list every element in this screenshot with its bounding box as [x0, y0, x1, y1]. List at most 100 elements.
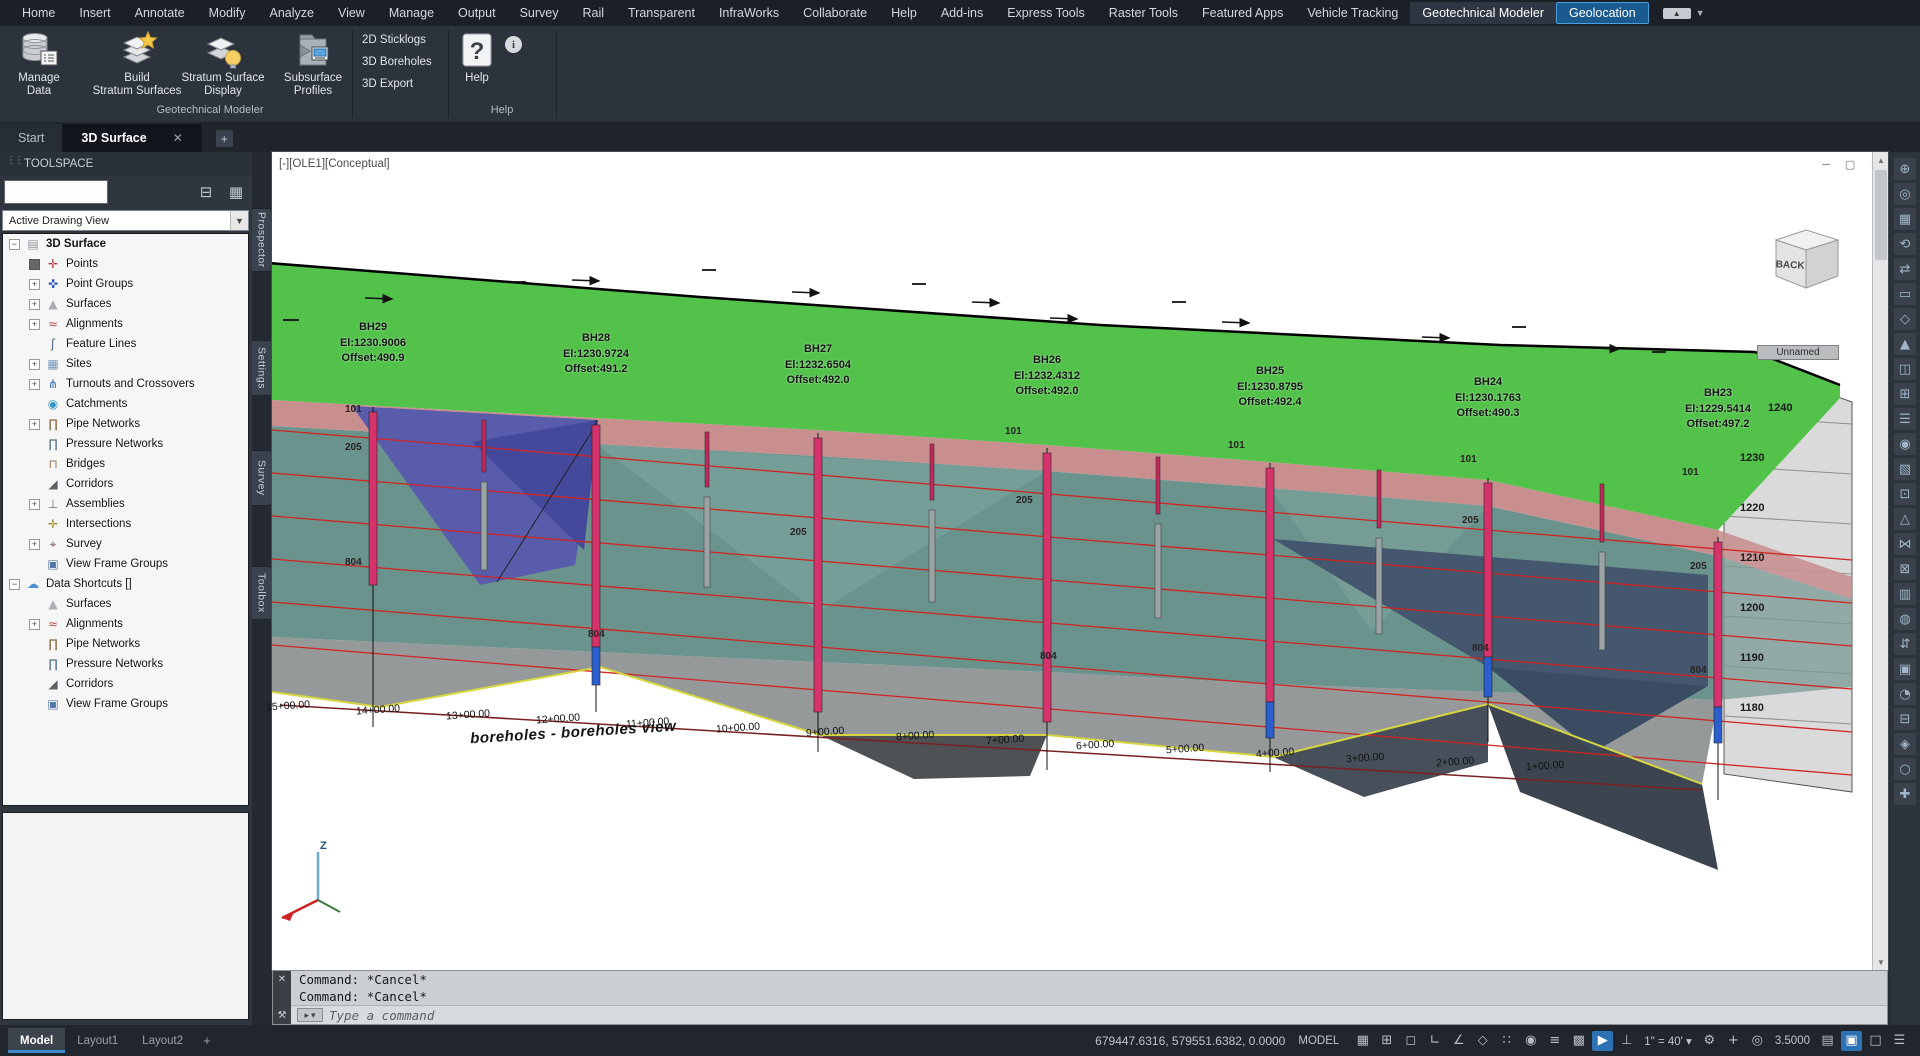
tree-item-pressure-networks[interactable]: ∏Pressure Networks [3, 654, 248, 674]
tree-item-point-groups[interactable]: +✜Point Groups [3, 274, 248, 294]
palette-grip-handle[interactable]: ⋮⋮ [6, 155, 22, 166]
customize-icon[interactable]: ⚒ [278, 1010, 287, 1021]
tree-item-corridors[interactable]: ◢Corridors [3, 474, 248, 494]
viewcube[interactable]: BACK [1768, 222, 1846, 294]
menu-item-add-ins[interactable]: Add-ins [929, 2, 995, 24]
toolbar-icon-18[interactable]: ◍ [1894, 608, 1916, 630]
menu-item-view[interactable]: View [326, 2, 377, 24]
lineweight-icon[interactable]: ≡ [1544, 1031, 1565, 1051]
menu-item-vehicle-tracking[interactable]: Vehicle Tracking [1295, 2, 1410, 24]
item-view-toggle-icon[interactable]: ⊟ [196, 183, 216, 201]
clean-screen-icon[interactable]: □ [1865, 1031, 1886, 1051]
expand-icon[interactable]: + [29, 619, 40, 630]
subsurface-profiles-button[interactable]: Subsurface Profiles [276, 30, 350, 98]
toolbar-icon-13[interactable]: ⊡ [1894, 483, 1916, 505]
chevron-down-icon[interactable]: ▼ [1696, 8, 1705, 18]
grid-display-icon[interactable]: ▦ [1352, 1031, 1373, 1051]
tree-item-alignments[interactable]: +≈Alignments [3, 314, 248, 334]
toolbar-icon-12[interactable]: ▧ [1894, 458, 1916, 480]
tree-item-surfaces[interactable]: +▲Surfaces [3, 294, 248, 314]
collapse-icon[interactable]: − [9, 579, 20, 590]
toolbar-icon-0[interactable]: ⊕ [1894, 158, 1916, 180]
toolbar-icon-11[interactable]: ◉ [1894, 433, 1916, 455]
layout-tab-model[interactable]: Model [8, 1028, 65, 1053]
toolbar-icon-8[interactable]: ◫ [1894, 358, 1916, 380]
polar-tracking-icon[interactable]: ∠ [1448, 1031, 1469, 1051]
tree-item-catchments[interactable]: ◉Catchments [3, 394, 248, 414]
menu-item-featured-apps[interactable]: Featured Apps [1190, 2, 1295, 24]
info-icon[interactable]: i [505, 36, 522, 53]
toolbar-icon-17[interactable]: ▥ [1894, 583, 1916, 605]
toolbar-icon-25[interactable]: ✚ [1894, 783, 1916, 805]
toolbar-icon-21[interactable]: ◔ [1894, 683, 1916, 705]
toolspace-header[interactable]: TOOLSPACE [0, 152, 252, 176]
toolbar-icon-7[interactable]: ▲ [1894, 333, 1916, 355]
expand-icon[interactable]: + [29, 539, 40, 550]
boreholes-3d-button[interactable]: 3D Boreholes [358, 54, 436, 70]
preview-toggle-icon[interactable]: ▦ [226, 183, 246, 201]
tree-item-turnouts-and-crossovers[interactable]: +⋔Turnouts and Crossovers [3, 374, 248, 394]
expand-icon[interactable]: + [29, 499, 40, 510]
menu-item-express-tools[interactable]: Express Tools [995, 2, 1097, 24]
toolbar-icon-22[interactable]: ⊟ [1894, 708, 1916, 730]
viewport-title[interactable]: [-][OLE1][Conceptual] [279, 158, 390, 170]
borehole-3d-scene[interactable] [272, 152, 1888, 970]
z-scale-value[interactable]: 3.5000 [1775, 1035, 1810, 1047]
menu-item-rail[interactable]: Rail [570, 2, 616, 24]
menu-item-transparent[interactable]: Transparent [616, 2, 707, 24]
collapse-icon[interactable] [29, 259, 40, 270]
menu-item-geolocation[interactable]: Geolocation [1556, 2, 1649, 24]
expand-icon[interactable]: + [29, 299, 40, 310]
tree-item-surfaces[interactable]: ▲Surfaces [3, 594, 248, 614]
panel-label-help[interactable]: Help [448, 104, 556, 116]
object-snap-icon[interactable]: ◉ [1520, 1031, 1541, 1051]
toolbar-icon-5[interactable]: ▭ [1894, 283, 1916, 305]
expand-icon[interactable]: + [29, 279, 40, 290]
command-window[interactable]: ✕ ⚒ Command: *Cancel*Command: *Cancel* ▸… [272, 970, 1888, 1025]
ortho-mode-icon[interactable]: ∟ [1424, 1031, 1445, 1051]
selection-cycling-icon[interactable]: ▶ [1592, 1031, 1613, 1051]
expand-icon[interactable]: + [29, 379, 40, 390]
palette-tab-settings[interactable]: Settings [252, 340, 272, 396]
menu-item-insert[interactable]: Insert [67, 2, 122, 24]
tree-item-3d-surface[interactable]: −▤3D Surface [3, 234, 248, 254]
menu-item-raster-tools[interactable]: Raster Tools [1097, 2, 1190, 24]
menu-item-modify[interactable]: Modify [197, 2, 258, 24]
menu-item-manage[interactable]: Manage [377, 2, 446, 24]
dynamic-ucs-icon[interactable]: ⊥ [1616, 1031, 1637, 1051]
toolbar-icon-15[interactable]: ⋈ [1894, 533, 1916, 555]
command-input-row[interactable]: ▸▾ Type a command [291, 1005, 1887, 1024]
menu-item-home[interactable]: Home [10, 2, 67, 24]
tree-item-alignments[interactable]: +≈Alignments [3, 614, 248, 634]
expand-icon[interactable]: + [29, 319, 40, 330]
stratum-surface-display-button[interactable]: Stratum Surface Display [168, 30, 278, 98]
viewport-scrollbar[interactable]: ▲ ▼ [1872, 152, 1888, 970]
scrollbar-thumb[interactable] [1875, 170, 1887, 260]
toolbar-icon-19[interactable]: ⇵ [1894, 633, 1916, 655]
toolspace-search-input[interactable] [4, 180, 108, 204]
toolbar-icon-4[interactable]: ⇄ [1894, 258, 1916, 280]
expand-icon[interactable]: + [29, 359, 40, 370]
snap-mode-icon[interactable]: ⊞ [1376, 1031, 1397, 1051]
menu-item-analyze[interactable]: Analyze [257, 2, 325, 24]
scroll-up-icon[interactable]: ▲ [1873, 152, 1889, 168]
close-icon[interactable]: ✕ [173, 131, 183, 145]
menu-item-geotechnical-modeler[interactable]: Geotechnical Modeler [1410, 2, 1556, 24]
annotation-monitor-icon[interactable]: + [1723, 1031, 1744, 1051]
tree-item-feature-lines[interactable]: ʃFeature Lines [3, 334, 248, 354]
tree-item-points[interactable]: ✛Points [3, 254, 248, 274]
toolbar-icon-20[interactable]: ▣ [1894, 658, 1916, 680]
toolbar-icon-1[interactable]: ◎ [1894, 183, 1916, 205]
active-drawing-view-select[interactable]: Active Drawing View ▼ [2, 210, 249, 231]
annotation-scale-button[interactable]: 1" = 40' ▾ [1644, 1034, 1692, 1048]
panel-label-geotechnical-modeler[interactable]: Geotechnical Modeler [60, 104, 360, 116]
tree-item-pipe-networks[interactable]: ∏Pipe Networks [3, 634, 248, 654]
layout-tab-layout2[interactable]: Layout2 [130, 1028, 195, 1053]
chevron-down-icon[interactable]: ▼ [230, 211, 248, 230]
menu-item-survey[interactable]: Survey [508, 2, 571, 24]
new-tab-button[interactable]: + [216, 130, 233, 147]
customization-menu-icon[interactable]: ☰ [1889, 1031, 1910, 1051]
osnap-tracking-icon[interactable]: ∷ [1496, 1031, 1517, 1051]
palette-tab-prospector[interactable]: Prospector [252, 208, 272, 272]
palette-tab-toolbox[interactable]: Toolbox [252, 566, 272, 620]
